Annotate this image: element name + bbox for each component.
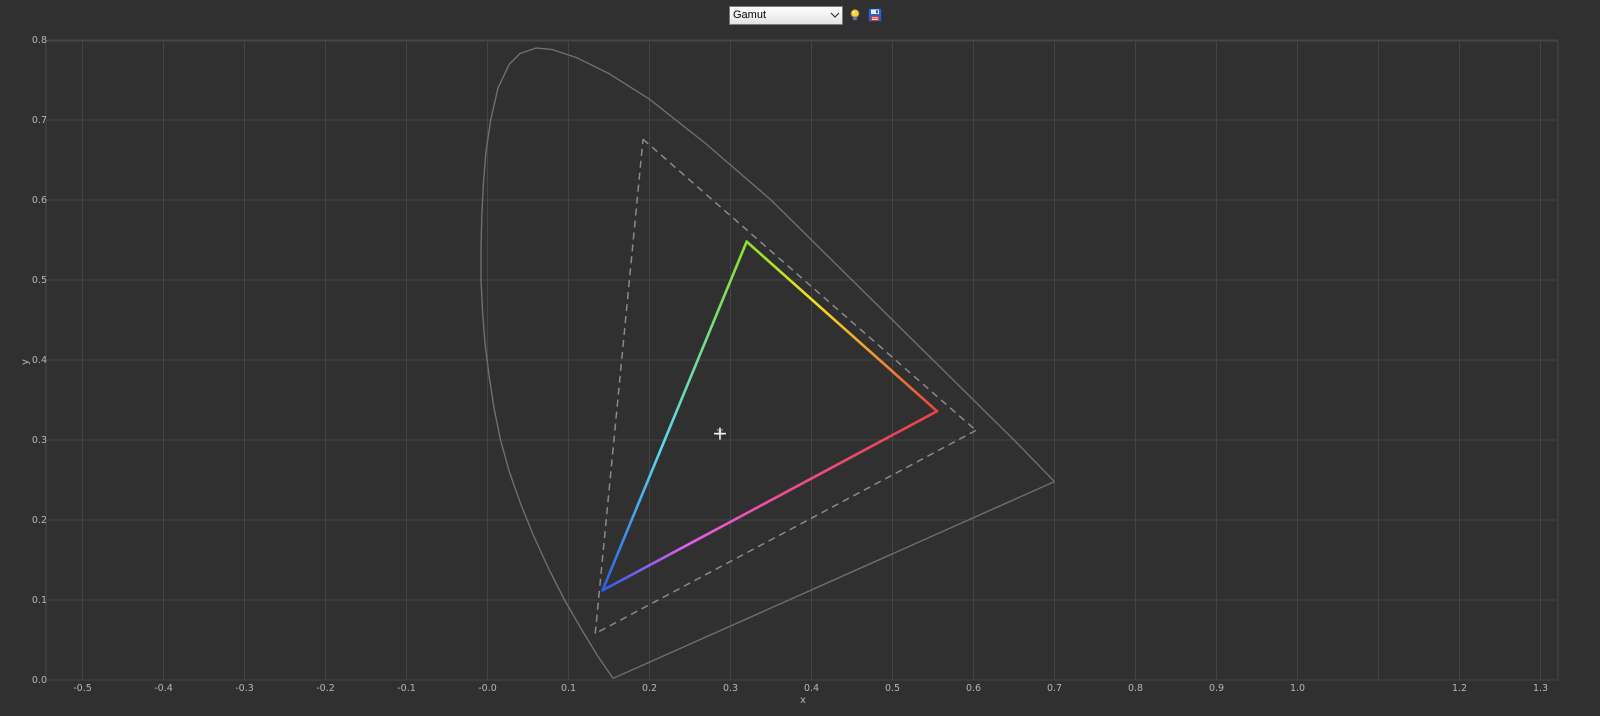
y-tick-label: 0.5: [32, 275, 47, 286]
y-tick-label: 0.6: [32, 195, 47, 206]
marker-layer: [713, 427, 726, 440]
x-tick-label: 0.3: [723, 683, 738, 694]
x-tick-label: 1.3: [1533, 683, 1548, 694]
spectral-locus: [480, 47, 1056, 679]
x-tick-label: 0.8: [1128, 683, 1143, 694]
reference-gamut-red-blue-edge: [594, 429, 977, 635]
y-axis-title: y: [20, 359, 31, 365]
x-tick-label: 0.7: [1047, 683, 1062, 694]
measured-gamut-green-red-edge: [745, 240, 939, 413]
spectral-locus-layer: [480, 47, 1056, 680]
x-tick-label: 0.9: [1209, 683, 1224, 694]
y-tick-label: 0.8: [32, 35, 47, 46]
y-tick-label: 0.7: [32, 115, 47, 126]
y-tick-label: 0.4: [32, 355, 47, 366]
y-tick-label: 0.0: [32, 675, 47, 686]
x-tick-label: 0.6: [966, 683, 981, 694]
reference-gamut-green-red-edge: [642, 138, 977, 431]
x-tick-label: 0.1: [561, 683, 576, 694]
x-tick-label: -0.0: [478, 683, 497, 694]
x-tick-label: -0.4: [154, 683, 173, 694]
x-axis-title: x: [800, 695, 806, 706]
y-tick-label: 0.2: [32, 515, 47, 526]
x-tick-label: -0.1: [397, 683, 416, 694]
grid: [45, 39, 1559, 681]
x-tick-label: -0.3: [235, 683, 254, 694]
tick-labels: -0.5 -0.4 -0.3 -0.2 -0.1 -0.0 0.1 0.2 0.3 0.4 0.5 0…: [32, 35, 1548, 694]
measured-gamut-blue-green-edge: [601, 240, 749, 592]
x-tick-label: 0.5: [885, 683, 900, 694]
y-tick-label: 0.1: [32, 595, 47, 606]
reference-gamut-layer: [594, 138, 977, 635]
gamut-window: Gamut -0.5 -0.4 -0.3 -0.2 -0.1 -0.0 0.1 …: [0, 0, 1600, 716]
x-tick-label: -0.5: [73, 683, 92, 694]
x-tick-label: 1.0: [1290, 683, 1305, 694]
x-tick-label: 0.2: [642, 683, 657, 694]
y-tick-label: 0.3: [32, 435, 47, 446]
chromaticity-chart[interactable]: -0.5 -0.4 -0.3 -0.2 -0.1 -0.0 0.1 0.2 0.3 0.4 0.5 0…: [0, 0, 1600, 716]
reference-gamut-blue-green-edge: [594, 139, 644, 634]
x-tick-label: 0.4: [804, 683, 819, 694]
measured-gamut-red-blue-edge: [601, 409, 939, 592]
measured-gamut-layer: [601, 240, 939, 592]
x-tick-label: -0.2: [316, 683, 335, 694]
x-tick-label: 1.2: [1452, 683, 1467, 694]
line-of-purples: [612, 480, 1055, 680]
